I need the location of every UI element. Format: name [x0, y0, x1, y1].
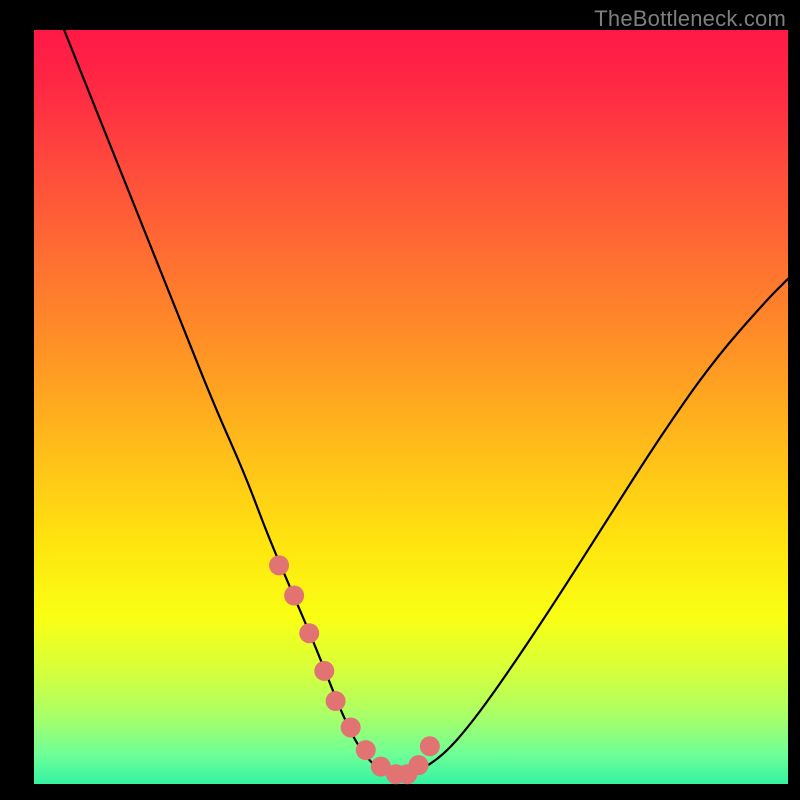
- marker-point: [326, 691, 346, 711]
- marker-point: [409, 755, 429, 775]
- marker-point: [356, 740, 376, 760]
- marker-point: [284, 586, 304, 606]
- marker-point: [341, 717, 361, 737]
- marker-point: [269, 555, 289, 575]
- marker-point: [299, 623, 319, 643]
- marker-point: [314, 661, 334, 681]
- chart-svg: [0, 0, 800, 800]
- watermark-text: TheBottleneck.com: [594, 6, 786, 32]
- chart-frame: TheBottleneck.com: [0, 0, 800, 800]
- marker-point: [420, 736, 440, 756]
- plot-area: [34, 30, 788, 784]
